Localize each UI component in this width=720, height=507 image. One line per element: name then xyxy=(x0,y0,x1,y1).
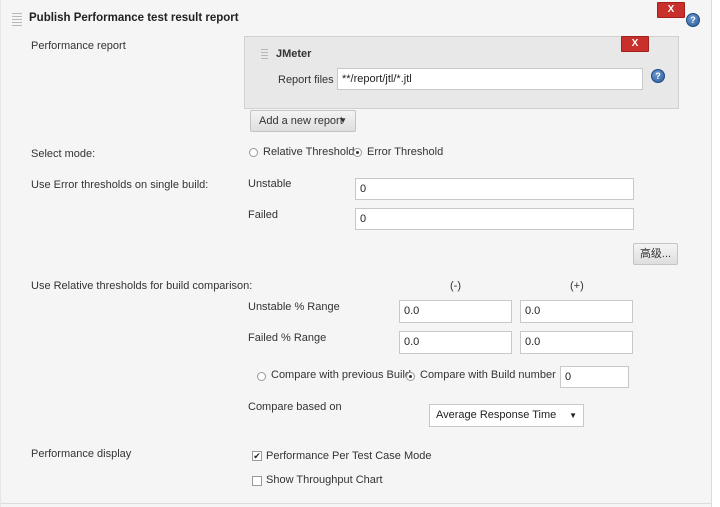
error-threshold-label: Error Threshold xyxy=(367,146,444,158)
unstable-plus-input[interactable]: 0.0 xyxy=(520,300,633,323)
error-thresholds-label: Use Error thresholds on single build: xyxy=(31,179,209,191)
select-mode-label: Select mode: xyxy=(31,148,96,160)
chevron-down-icon: ▼ xyxy=(569,411,577,420)
delete-section-button[interactable]: X xyxy=(657,2,685,18)
relative-threshold-label: Relative Threshold xyxy=(263,146,355,158)
compare-based-select[interactable]: Average Response Time ▼ xyxy=(429,404,584,427)
throughput-chart-label: Show Throughput Chart xyxy=(266,474,383,486)
jmeter-title: JMeter xyxy=(276,48,312,60)
add-new-report-button[interactable]: Add a new report ▼ xyxy=(250,110,356,132)
failed-label: Failed xyxy=(248,209,278,221)
relative-thresholds-label: Use Relative thresholds for build compar… xyxy=(31,280,253,292)
minus-column-header: (-) xyxy=(450,280,461,292)
error-threshold-radio[interactable] xyxy=(353,148,362,157)
report-files-label: Report files xyxy=(278,74,334,86)
per-test-case-label: Performance Per Test Case Mode xyxy=(266,450,432,462)
compare-build-number-radio[interactable] xyxy=(406,372,415,381)
relative-threshold-radio[interactable] xyxy=(249,148,258,157)
checkmark-icon: ✔ xyxy=(253,451,261,461)
advanced-button[interactable]: 高级... xyxy=(633,243,678,265)
performance-display-label: Performance display xyxy=(31,448,132,460)
compare-based-label: Compare based on xyxy=(248,401,342,413)
failed-minus-input[interactable]: 0.0 xyxy=(399,331,512,354)
failed-range-label: Failed % Range xyxy=(248,332,327,344)
compare-previous-build-label: Compare with previous Build xyxy=(271,369,412,381)
unstable-threshold-input[interactable]: 0 xyxy=(355,178,634,200)
divider xyxy=(1,503,711,504)
build-number-input[interactable]: 0 xyxy=(560,366,629,388)
section-title: Publish Performance test result report xyxy=(29,12,239,24)
jmeter-report-panel: JMeter X Report files **/report/jtl/*.jt… xyxy=(244,36,679,109)
compare-build-number-label: Compare with Build number xyxy=(420,369,556,381)
failed-plus-input[interactable]: 0.0 xyxy=(520,331,633,354)
compare-based-value: Average Response Time xyxy=(436,409,557,421)
drag-handle-icon[interactable] xyxy=(261,49,268,61)
plus-column-header: (+) xyxy=(570,280,584,292)
add-new-report-label: Add a new report xyxy=(259,115,343,127)
help-icon[interactable]: ? xyxy=(686,13,700,27)
delete-report-button[interactable]: X xyxy=(621,36,649,52)
unstable-minus-input[interactable]: 0.0 xyxy=(399,300,512,323)
throughput-chart-checkbox[interactable] xyxy=(252,476,262,486)
unstable-label: Unstable xyxy=(248,178,292,190)
per-test-case-checkbox[interactable]: ✔ xyxy=(252,451,262,461)
chevron-down-icon: ▼ xyxy=(339,116,347,125)
failed-threshold-input[interactable]: 0 xyxy=(355,208,634,230)
report-files-input[interactable]: **/report/jtl/*.jtl xyxy=(337,68,643,90)
help-icon[interactable]: ? xyxy=(651,69,665,83)
performance-publisher-panel: Publish Performance test result report X… xyxy=(0,0,712,507)
drag-handle-icon[interactable] xyxy=(12,13,22,27)
compare-previous-build-radio[interactable] xyxy=(257,372,266,381)
performance-report-label: Performance report xyxy=(31,40,126,52)
unstable-range-label: Unstable % Range xyxy=(248,301,340,313)
